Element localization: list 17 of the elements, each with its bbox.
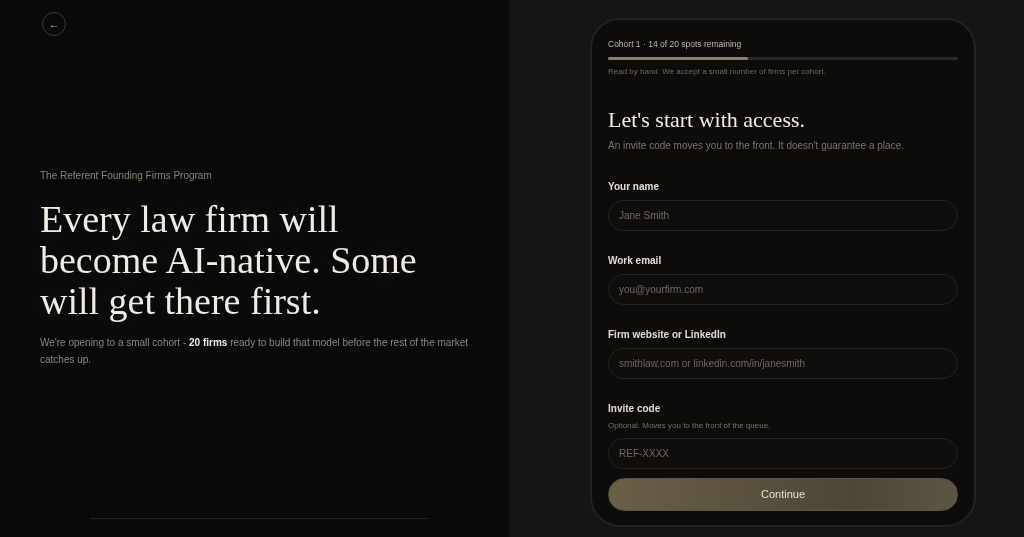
- field-hint: Optional. Moves you to the front of the queue.: [608, 419, 772, 432]
- intro-paragraph: We're opening to a small cohort - 20 firms ready to build that model before the rest of the market catches up.: [40, 336, 470, 367]
- headline: Every law firm will become AI-native. Some will get there first.: [40, 199, 418, 322]
- input-field[interactable]: you@yourfirm.com: [608, 273, 958, 305]
- form-subtitle: An invite code moves you to the front. It doesn't guarantee a place.: [608, 138, 905, 153]
- field-label: Your name: [608, 179, 660, 194]
- input-field[interactable]: REF-XXXX: [608, 437, 958, 469]
- input-field[interactable]: smithlaw.com or linkedin.com/in/janesmith: [608, 347, 958, 379]
- input-field[interactable]: Jane Smith: [608, 199, 958, 231]
- form-title: Let's start with access.: [608, 107, 806, 132]
- note-text: Read by hand. We accept a small number of firms per cohort.: [608, 65, 827, 78]
- field-label: Work email: [608, 253, 663, 268]
- cohort-status: Cohort 1 · 14 of 20 spots remaining: [608, 38, 743, 51]
- field-label: Firm website or LinkedIn: [608, 327, 727, 342]
- field-label: Invite code: [608, 401, 662, 416]
- continue-button[interactable]: Continue: [608, 478, 958, 511]
- eyebrow-text: The Referent Founding Firms Program: [40, 169, 213, 183]
